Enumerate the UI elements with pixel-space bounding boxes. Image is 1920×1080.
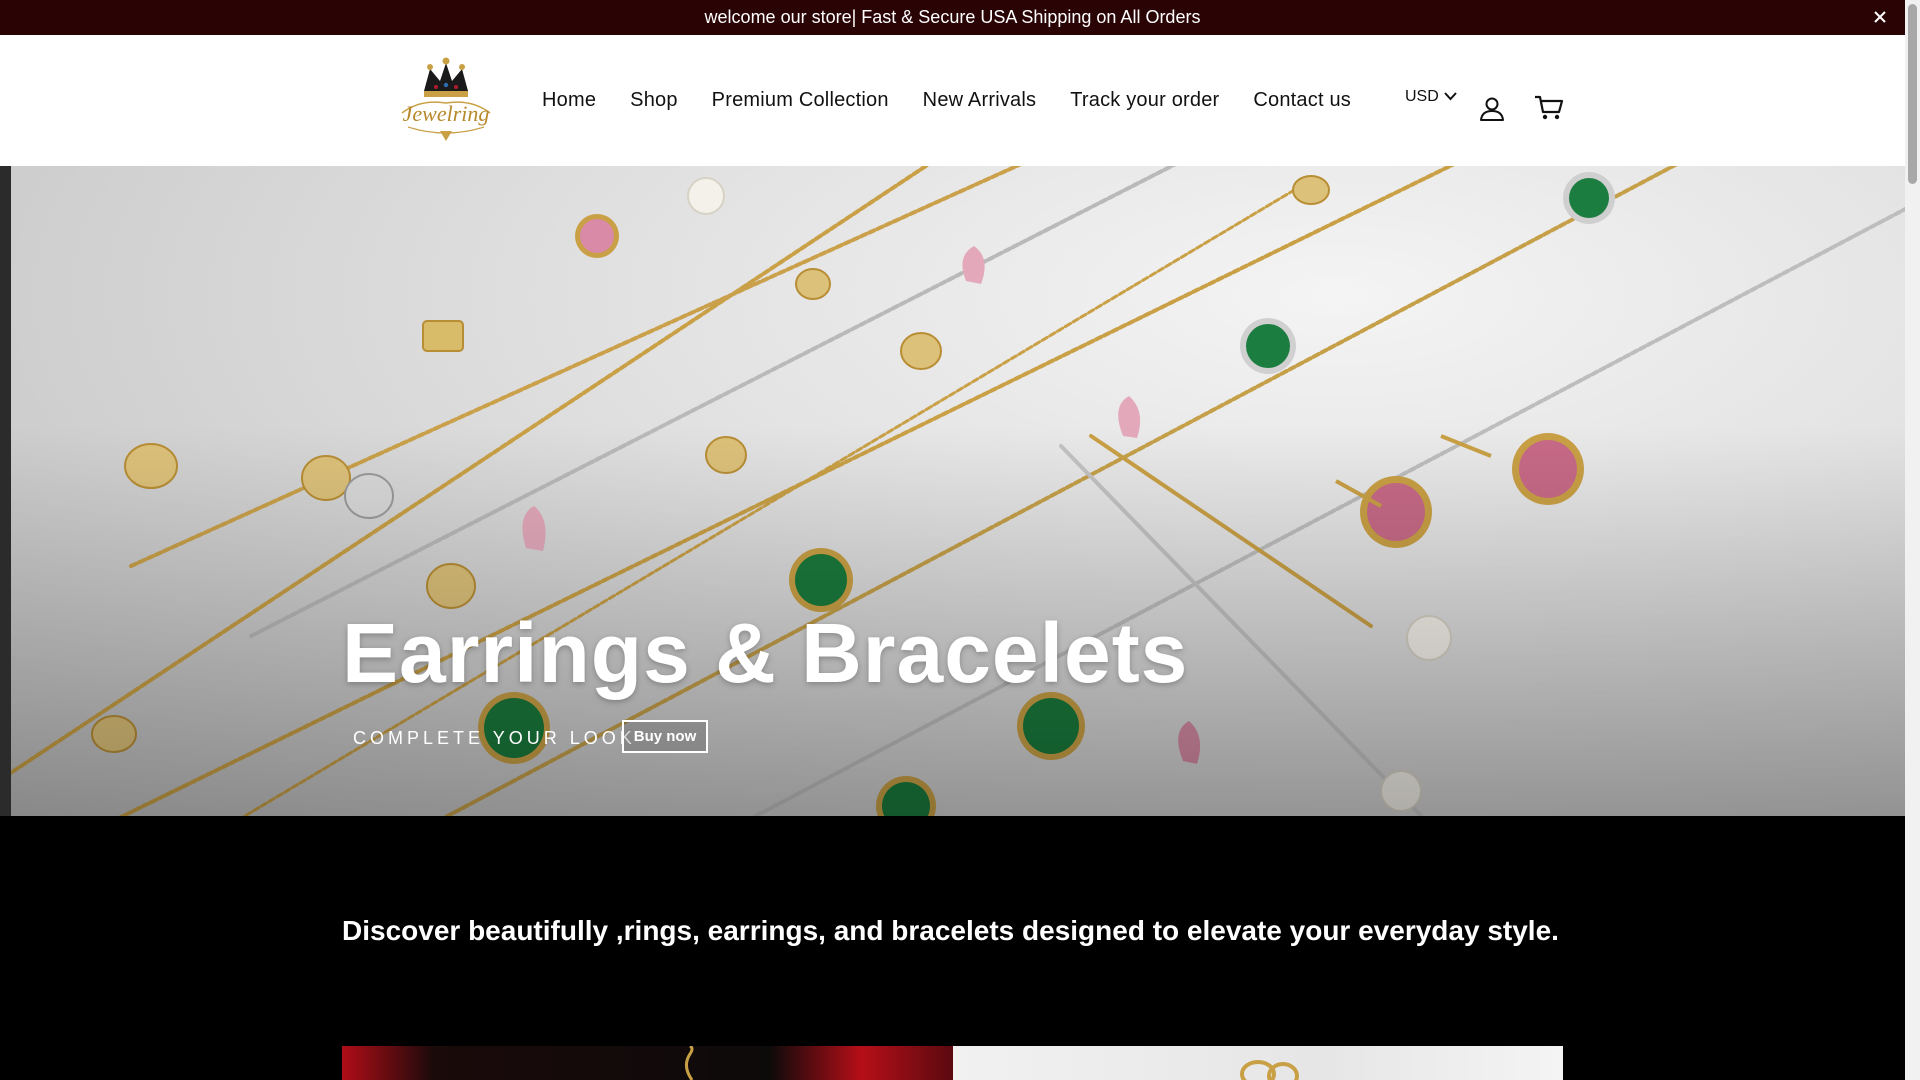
nav-premium-collection[interactable]: Premium Collection — [695, 89, 906, 112]
collection-card-image — [1240, 1060, 1299, 1080]
intro-heading: Discover beautifully ,rings, earrings, a… — [342, 915, 1559, 946]
cart-icon[interactable] — [1534, 94, 1564, 122]
hero-overlay — [11, 166, 1905, 816]
currency-label: USD — [1405, 88, 1439, 105]
hero-banner — [11, 166, 1905, 816]
close-icon[interactable] — [1869, 6, 1891, 28]
nav-contact-us[interactable]: Contact us — [1236, 89, 1368, 112]
scrollbar-thumb[interactable] — [1908, 4, 1917, 184]
site-logo[interactable]: Jewelring — [390, 51, 502, 147]
nav-shop[interactable]: Shop — [613, 89, 695, 112]
hero-title: Earrings & Bracelets — [342, 606, 1189, 700]
svg-text:Jewelring: Jewelring — [403, 101, 490, 126]
main-nav: Home Shop Premium Collection New Arrival… — [525, 35, 1368, 166]
announcement-bar: welcome our store| Fast & Secure USA Shi… — [0, 0, 1905, 35]
nav-track-order[interactable]: Track your order — [1053, 89, 1236, 112]
currency-selector[interactable]: USD — [1405, 88, 1457, 106]
account-icon[interactable] — [1478, 95, 1506, 123]
collection-card-earrings[interactable] — [953, 1046, 1563, 1080]
hero-left-edge — [0, 166, 11, 816]
buy-now-button[interactable]: Buy now — [622, 720, 708, 753]
site-header: Jewelring Home Shop Premium Collection N… — [0, 35, 1905, 166]
collection-card-image — [685, 1046, 694, 1080]
nav-new-arrivals[interactable]: New Arrivals — [906, 89, 1054, 112]
announcement-text: welcome our store| Fast & Secure USA Shi… — [704, 7, 1201, 27]
collection-card-necklaces[interactable] — [342, 1046, 953, 1080]
nav-home[interactable]: Home — [525, 89, 613, 112]
hero-subtitle: COMPLETE YOUR LOOK — [353, 728, 636, 748]
chevron-down-icon — [1444, 88, 1457, 106]
page-scrollbar[interactable] — [1905, 0, 1920, 1080]
